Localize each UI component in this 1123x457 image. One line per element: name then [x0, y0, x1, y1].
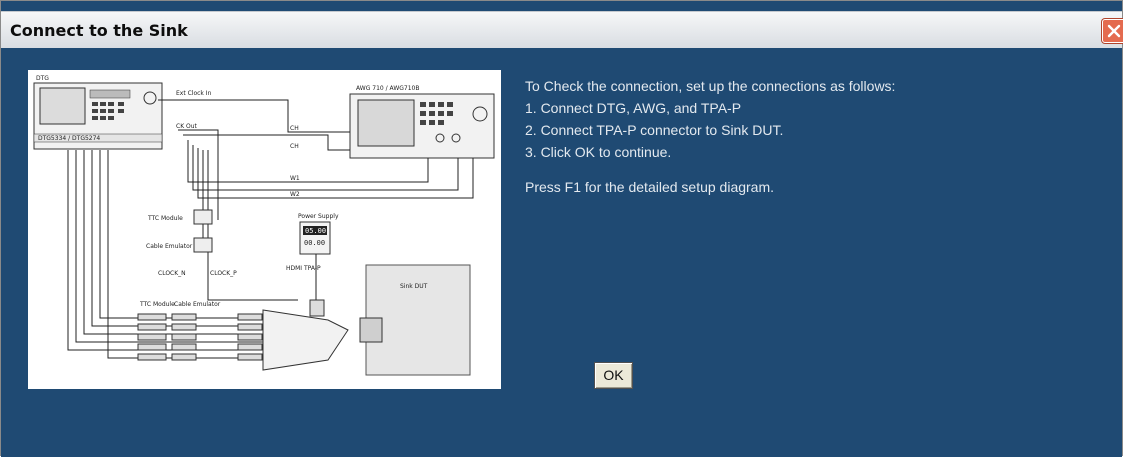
- ok-button[interactable]: OK: [594, 362, 633, 389]
- label-ps-value2: 00.00: [304, 239, 325, 247]
- label-clock-n: CLOCK_N: [158, 270, 186, 277]
- instructions-step-3: 3. Click OK to continue.: [525, 144, 672, 160]
- title-bar[interactable]: Connect to the Sink: [1, 11, 1123, 49]
- window-title: Connect to the Sink: [10, 21, 188, 40]
- label-clock-p: CLOCK_P: [210, 270, 237, 277]
- label-power-supply: Power Supply: [298, 213, 339, 220]
- label-hdmi-tpa: HDMI TPA-P: [286, 265, 321, 272]
- label-awg: AWG 710 / AWG710B: [356, 85, 419, 92]
- label-w1: W1: [290, 175, 300, 182]
- label-w2: W2: [290, 191, 300, 198]
- label-dtg-model: DTG5334 / DTG5274: [38, 135, 100, 142]
- close-icon: [1107, 24, 1121, 38]
- setup-diagram: DTG DTG5334 / DTG5274 Ext Clock In CK Ou…: [28, 70, 501, 389]
- label-ch: CH: [290, 125, 299, 132]
- instructions-help: Press F1 for the detailed setup diagram.: [525, 179, 775, 195]
- instructions-step-1: 1. Connect DTG, AWG, and TPA-P: [525, 100, 742, 116]
- setup-diagram-image: DTG DTG5334 / DTG5274 Ext Clock In CK Ou…: [33, 75, 495, 376]
- dialog-window: Connect to the Sink DTG DTG5334 / DTG527…: [0, 0, 1123, 457]
- instructions-step-2: 2. Connect TPA-P connector to Sink DUT.: [525, 122, 784, 138]
- label-ttc-module: TTC Module: [147, 215, 183, 222]
- label-dtg: DTG: [36, 75, 49, 82]
- label-cable-emulator-2: Cable Emulator: [174, 301, 221, 308]
- label-cable-emulator: Cable Emulator: [146, 243, 193, 250]
- dialog-body: DTG DTG5334 / DTG5274 Ext Clock In CK Ou…: [1, 48, 1122, 457]
- close-button[interactable]: [1102, 19, 1123, 43]
- label-sink-dut: Sink DUT: [400, 283, 428, 290]
- label-ext-clock: Ext Clock In: [176, 90, 212, 97]
- label-ch2: CH: [290, 143, 299, 150]
- label-ttc-module-2: TTC Module: [139, 301, 175, 308]
- instructions-panel: To Check the connection, set up the conn…: [525, 75, 995, 198]
- label-ck-out: CK Out: [176, 123, 198, 130]
- instructions-intro: To Check the connection, set up the conn…: [525, 78, 896, 94]
- label-ps-value1: 05.00: [305, 227, 326, 235]
